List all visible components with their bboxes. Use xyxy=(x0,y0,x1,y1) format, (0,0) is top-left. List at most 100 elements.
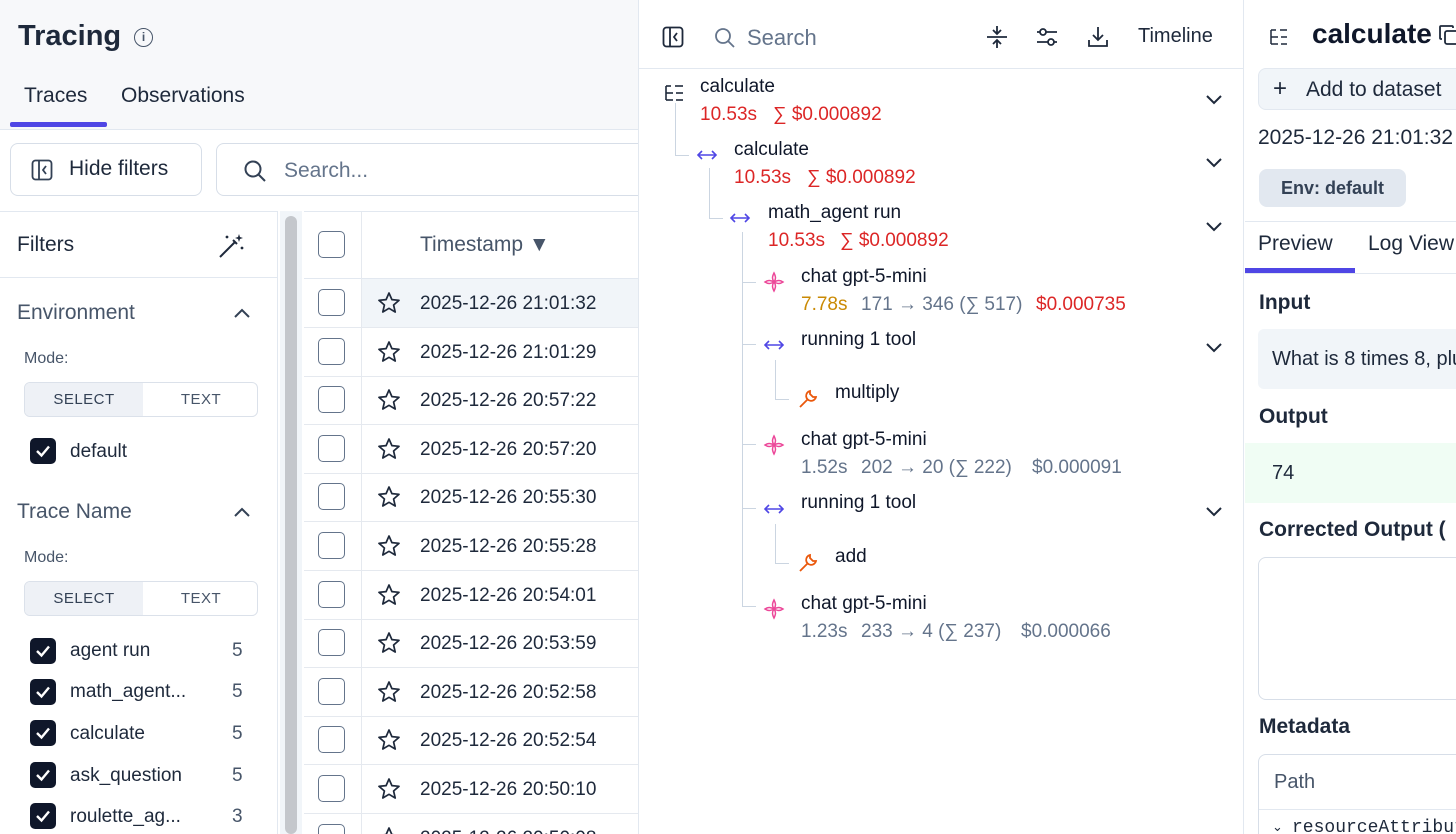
checkbox-math-agent[interactable] xyxy=(30,679,56,705)
star-icon[interactable] xyxy=(377,680,401,704)
corrected-output-field[interactable] xyxy=(1258,557,1456,700)
tree-node-name[interactable]: calculate xyxy=(734,139,809,161)
magic-wand-icon[interactable] xyxy=(217,232,245,260)
table-row[interactable]: 2025-12-26 20:52:54 xyxy=(304,716,640,766)
star-icon[interactable] xyxy=(377,388,401,412)
traces-search-input[interactable]: Search... xyxy=(216,143,640,196)
chevron-down-icon[interactable] xyxy=(1205,342,1223,354)
column-timestamp[interactable]: Timestamp ▼ xyxy=(420,233,550,257)
table-row[interactable]: 2025-12-26 20:54:01 xyxy=(304,571,640,620)
mode-select-option[interactable]: SELECT xyxy=(25,582,143,615)
row-checkbox[interactable] xyxy=(318,677,345,705)
row-timestamp[interactable]: 2025-12-26 20:50:08 xyxy=(420,828,596,834)
chevron-up-icon[interactable] xyxy=(233,506,251,518)
info-icon[interactable]: i xyxy=(134,28,153,47)
table-row[interactable]: 2025-12-26 20:53:59 xyxy=(304,619,640,669)
row-checkbox[interactable] xyxy=(318,532,345,559)
row-checkbox[interactable] xyxy=(318,580,345,608)
chevron-down-icon[interactable] xyxy=(1205,221,1223,233)
timeline-button[interactable]: Timeline xyxy=(1138,25,1213,48)
row-timestamp[interactable]: 2025-12-26 20:54:01 xyxy=(420,585,596,607)
table-row[interactable]: 2025-12-26 20:52:58 xyxy=(304,668,640,717)
chevron-down-icon[interactable] xyxy=(1205,506,1223,518)
row-checkbox[interactable] xyxy=(318,434,345,462)
checkbox-agent-run[interactable] xyxy=(30,638,56,664)
star-icon[interactable] xyxy=(377,437,401,461)
select-all-checkbox[interactable] xyxy=(318,231,345,258)
row-timestamp[interactable]: 2025-12-26 21:01:32 xyxy=(420,293,596,315)
tree-node-name[interactable]: multiply xyxy=(835,382,899,404)
row-timestamp[interactable]: 2025-12-26 20:53:59 xyxy=(420,633,596,655)
star-icon[interactable] xyxy=(377,340,401,364)
row-timestamp[interactable]: 2025-12-26 20:52:58 xyxy=(420,682,596,704)
chevron-up-icon[interactable] xyxy=(233,307,251,319)
tree-search-input[interactable]: Search xyxy=(747,25,817,51)
environment-mode-toggle[interactable]: SELECT TEXT xyxy=(24,382,258,417)
filters-scrollbar-thumb[interactable] xyxy=(285,216,297,834)
table-row[interactable]: 2025-12-26 20:55:30 xyxy=(304,473,640,523)
checkbox-default[interactable] xyxy=(30,438,56,464)
chevron-down-icon[interactable] xyxy=(1205,157,1223,169)
settings-sliders-icon[interactable] xyxy=(1035,25,1059,49)
tree-node-name[interactable]: add xyxy=(835,546,867,568)
row-timestamp[interactable]: 2025-12-26 20:55:30 xyxy=(420,487,596,509)
star-icon[interactable] xyxy=(377,534,401,558)
mode-text-option[interactable]: TEXT xyxy=(143,582,257,615)
checkbox-calculate[interactable] xyxy=(30,720,56,746)
trace-name-mode-toggle[interactable]: SELECT TEXT xyxy=(24,581,258,616)
chevron-down-icon[interactable] xyxy=(1205,94,1223,106)
tree-node-name[interactable]: running 1 tool xyxy=(801,492,916,514)
table-row[interactable]: 2025-12-26 21:01:29 xyxy=(304,328,640,377)
tree-node-name[interactable]: math_agent run xyxy=(768,202,901,224)
tree-node-name[interactable]: chat gpt-5-mini xyxy=(801,593,927,615)
mode-select-option[interactable]: SELECT xyxy=(25,383,143,416)
copy-icon[interactable] xyxy=(1438,24,1456,46)
tab-traces[interactable]: Traces xyxy=(24,84,87,108)
download-icon[interactable] xyxy=(1086,25,1110,49)
tab-log-view[interactable]: Log View xyxy=(1368,232,1454,256)
environment-section-title[interactable]: Environment xyxy=(17,301,135,325)
tree-node-name[interactable]: calculate xyxy=(700,76,775,98)
row-timestamp[interactable]: 2025-12-26 20:57:20 xyxy=(420,439,596,461)
panel-collapse-icon[interactable] xyxy=(662,26,684,48)
tree-node-name[interactable]: running 1 tool xyxy=(801,329,916,351)
table-row[interactable]: 2025-12-26 20:55:28 xyxy=(304,522,640,571)
row-timestamp[interactable]: 2025-12-26 21:01:29 xyxy=(420,342,596,364)
row-checkbox[interactable] xyxy=(318,823,345,834)
table-row[interactable]: 2025-12-26 20:50:08 xyxy=(304,814,640,834)
mode-text-option[interactable]: TEXT xyxy=(143,383,257,416)
row-checkbox[interactable] xyxy=(318,289,345,316)
star-icon[interactable] xyxy=(377,291,401,315)
trace-name-section-title[interactable]: Trace Name xyxy=(17,500,132,524)
row-timestamp[interactable]: 2025-12-26 20:57:22 xyxy=(420,390,596,412)
metadata-path-row[interactable]: resourceAttributes xyxy=(1292,818,1456,834)
table-row[interactable]: 2025-12-26 20:57:20 xyxy=(304,425,640,474)
star-icon[interactable] xyxy=(377,583,401,607)
star-icon[interactable] xyxy=(377,485,401,509)
table-row[interactable]: 2025-12-26 21:01:32 xyxy=(304,279,640,328)
tab-observations[interactable]: Observations xyxy=(121,84,245,108)
row-timestamp[interactable]: 2025-12-26 20:52:54 xyxy=(420,730,596,752)
row-checkbox[interactable] xyxy=(318,337,345,365)
row-checkbox[interactable] xyxy=(318,629,345,657)
table-row[interactable]: 2025-12-26 20:57:22 xyxy=(304,376,640,426)
star-icon[interactable] xyxy=(377,631,401,655)
tab-preview[interactable]: Preview xyxy=(1258,232,1333,256)
row-timestamp[interactable]: 2025-12-26 20:50:10 xyxy=(420,779,596,801)
star-icon[interactable] xyxy=(377,728,401,752)
hide-filters-button[interactable]: Hide filters xyxy=(10,143,202,196)
row-timestamp[interactable]: 2025-12-26 20:55:28 xyxy=(420,536,596,558)
row-checkbox[interactable] xyxy=(318,386,345,414)
tree-node-name[interactable]: chat gpt-5-mini xyxy=(801,429,927,451)
tree-node-name[interactable]: chat gpt-5-mini xyxy=(801,266,927,288)
checkbox-roulette[interactable] xyxy=(30,803,56,829)
chevron-down-icon[interactable]: ⌄ xyxy=(1272,819,1283,834)
row-checkbox[interactable] xyxy=(318,775,345,802)
table-row[interactable]: 2025-12-26 20:50:10 xyxy=(304,765,640,814)
checkbox-ask-question[interactable] xyxy=(30,762,56,788)
row-checkbox[interactable] xyxy=(318,483,345,511)
add-to-dataset-button[interactable]: + Add to dataset xyxy=(1258,68,1456,110)
star-icon[interactable] xyxy=(377,777,401,801)
collapse-all-icon[interactable] xyxy=(985,25,1009,49)
star-icon[interactable] xyxy=(377,826,401,834)
